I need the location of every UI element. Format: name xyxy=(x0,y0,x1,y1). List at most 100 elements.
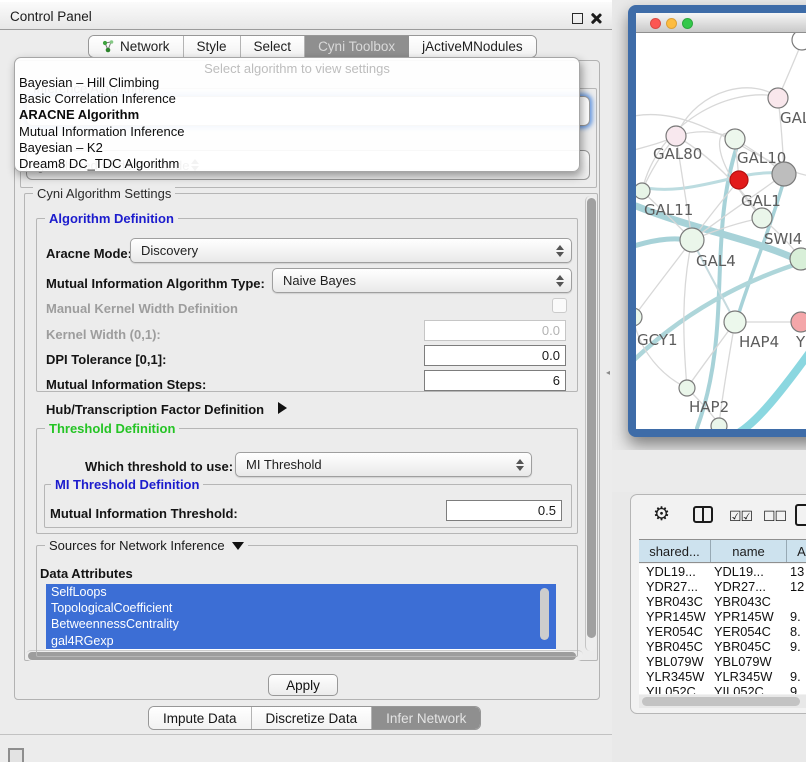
dpi-tolerance-input[interactable]: 0.0 xyxy=(424,345,566,366)
kernel-width-input[interactable]: 0.0 xyxy=(424,320,566,341)
cyni-bottom-tabs: Impute Data Discretize Data Infer Networ… xyxy=(148,706,481,730)
mi-threshold-group-title: MI Threshold Definition xyxy=(51,477,203,492)
attribute-item[interactable]: SelfLoops xyxy=(46,584,556,600)
popup-prompt: Select algorithm to view settings xyxy=(15,58,579,75)
node-label: GAL11 xyxy=(644,201,693,219)
network-node[interactable] xyxy=(725,129,745,149)
network-node[interactable] xyxy=(636,183,650,199)
data-attributes-label: Data Attributes xyxy=(40,566,133,581)
column-header-shared-name[interactable]: shared... xyxy=(639,540,711,562)
combo-arrows-icon xyxy=(554,245,565,257)
mi-algorithm-type-combobox[interactable]: Naive Bayes xyxy=(272,268,572,293)
network-canvas[interactable]: GALGAL80GAL10GAL11GAL1SWI4GAL4GCY1HAP4YH… xyxy=(636,33,806,429)
attribute-item[interactable]: TopologicalCoefficient xyxy=(46,600,556,616)
manual-kernel-width-checkbox[interactable] xyxy=(552,298,567,313)
network-node[interactable] xyxy=(724,311,746,333)
tab-impute-data[interactable]: Impute Data xyxy=(149,707,252,729)
panel-splitter[interactable] xyxy=(612,0,620,762)
network-node[interactable] xyxy=(752,208,772,228)
node-label: HAP2 xyxy=(689,398,729,416)
gear-icon[interactable]: ⚙ xyxy=(653,503,670,526)
network-node[interactable] xyxy=(711,418,727,429)
tab-infer-network[interactable]: Infer Network xyxy=(372,707,480,729)
mi-algorithm-type-label: Mutual Information Algorithm Type: xyxy=(46,276,265,291)
network-node[interactable] xyxy=(790,248,806,270)
select-all-icon[interactable]: ☑☑ xyxy=(729,508,752,525)
network-node[interactable] xyxy=(768,88,788,108)
tab-network[interactable]: Network xyxy=(89,36,184,57)
table-row[interactable]: YBL079WYBL079W xyxy=(639,654,806,669)
network-edge[interactable] xyxy=(740,352,806,429)
hub-section-toggle[interactable]: Hub/Transcription Factor Definition xyxy=(46,402,287,417)
network-node[interactable] xyxy=(666,126,686,146)
attributes-scrollbar[interactable] xyxy=(540,586,550,648)
network-node[interactable] xyxy=(772,162,796,186)
network-node[interactable] xyxy=(636,308,642,326)
export-table-icon[interactable] xyxy=(795,504,806,526)
table-row[interactable]: YBR045CYBR045C9. xyxy=(639,639,806,654)
network-edge[interactable] xyxy=(642,95,776,191)
network-node[interactable] xyxy=(680,228,704,252)
table-body[interactable]: YDL19...YDL19...13YDR27...YDR27...12YBR0… xyxy=(639,564,806,694)
columns-icon[interactable] xyxy=(693,506,713,523)
collapsed-panel-icon[interactable] xyxy=(8,748,24,762)
tab-select[interactable]: Select xyxy=(241,36,306,57)
control-panel-titlebar: Control Panel xyxy=(0,0,612,30)
network-node[interactable] xyxy=(679,380,695,396)
node-label: GCY1 xyxy=(637,331,678,349)
control-panel-title: Control Panel xyxy=(10,9,92,24)
table-row[interactable]: YPR145WYPR145W9. xyxy=(639,609,806,624)
algorithm-option[interactable]: Mutual Information Inference xyxy=(15,124,579,140)
node-label: HAP4 xyxy=(739,333,779,351)
float-window-icon[interactable] xyxy=(572,13,583,24)
panel-divider xyxy=(0,734,612,735)
algorithm-option[interactable]: Dream8 DC_TDC Algorithm xyxy=(15,156,579,172)
table-row[interactable]: YBR043CYBR043C xyxy=(639,594,806,609)
combo-arrows-icon xyxy=(514,459,525,471)
tab-discretize-data[interactable]: Discretize Data xyxy=(252,707,373,729)
algorithm-option[interactable]: Bayesian – K2 xyxy=(15,140,579,156)
table-row[interactable]: YIL052CYIL052C9 xyxy=(639,684,806,694)
which-threshold-combobox[interactable]: MI Threshold xyxy=(235,452,532,477)
tab-cyni-toolbox[interactable]: Cyni Toolbox xyxy=(305,36,409,57)
mi-steps-label: Mutual Information Steps: xyxy=(46,377,206,392)
table-row[interactable]: YER054CYER054C8. xyxy=(639,624,806,639)
deselect-all-icon[interactable]: ☐☐ xyxy=(763,508,786,525)
dpi-tolerance-label: DPI Tolerance [0,1]: xyxy=(46,352,166,367)
apply-button[interactable]: Apply xyxy=(268,674,338,696)
data-attributes-list[interactable]: SelfLoopsTopologicalCoefficientBetweenne… xyxy=(46,584,556,650)
minimize-traffic-light-icon[interactable] xyxy=(666,18,677,29)
mi-threshold-input[interactable]: 0.5 xyxy=(446,500,562,521)
splitter-handle-icon[interactable]: ◂ xyxy=(606,368,614,377)
network-node[interactable] xyxy=(791,312,806,332)
table-header: shared... name A xyxy=(639,539,806,563)
tab-jactivemnodules[interactable]: jActiveMNodules xyxy=(409,36,536,57)
network-edge[interactable] xyxy=(636,173,784,190)
attribute-item[interactable]: gal4RGexp xyxy=(46,633,556,649)
network-node[interactable] xyxy=(730,171,748,189)
node-label: SWI4 xyxy=(764,230,802,248)
zoom-traffic-light-icon[interactable] xyxy=(682,18,693,29)
table-row[interactable]: YDL19...YDL19...13 xyxy=(639,564,806,579)
network-window-titlebar[interactable] xyxy=(636,13,806,33)
algorithm-option[interactable]: Bayesian – Hill Climbing xyxy=(15,75,579,91)
settings-vertical-scrollbar[interactable] xyxy=(585,196,596,651)
tab-style[interactable]: Style xyxy=(184,36,241,57)
algorithm-option[interactable]: Basic Correlation Inference xyxy=(15,91,579,107)
settings-group-title: Cyni Algorithm Settings xyxy=(33,186,175,201)
network-node[interactable] xyxy=(792,33,806,50)
mi-steps-input[interactable]: 6 xyxy=(424,370,566,391)
table-row[interactable]: YDR27...YDR27...12 xyxy=(639,579,806,594)
aracne-mode-combobox[interactable]: Discovery xyxy=(130,238,572,263)
algorithm-option-selected[interactable]: ARACNE Algorithm xyxy=(15,107,579,123)
attribute-item[interactable]: BetweennessCentrality xyxy=(46,616,556,632)
column-header-name[interactable]: name xyxy=(711,540,787,562)
close-traffic-light-icon[interactable] xyxy=(650,18,661,29)
manual-kernel-width-label: Manual Kernel Width Definition xyxy=(46,301,238,316)
table-row[interactable]: YLR345WYLR345W9. xyxy=(639,669,806,684)
sources-group-toggle[interactable]: Sources for Network Inference xyxy=(45,538,248,553)
table-horizontal-scrollbar[interactable] xyxy=(639,695,806,708)
close-icon[interactable] xyxy=(590,12,602,24)
column-header-clipped[interactable]: A xyxy=(787,540,806,562)
which-threshold-label: Which threshold to use: xyxy=(85,459,233,474)
